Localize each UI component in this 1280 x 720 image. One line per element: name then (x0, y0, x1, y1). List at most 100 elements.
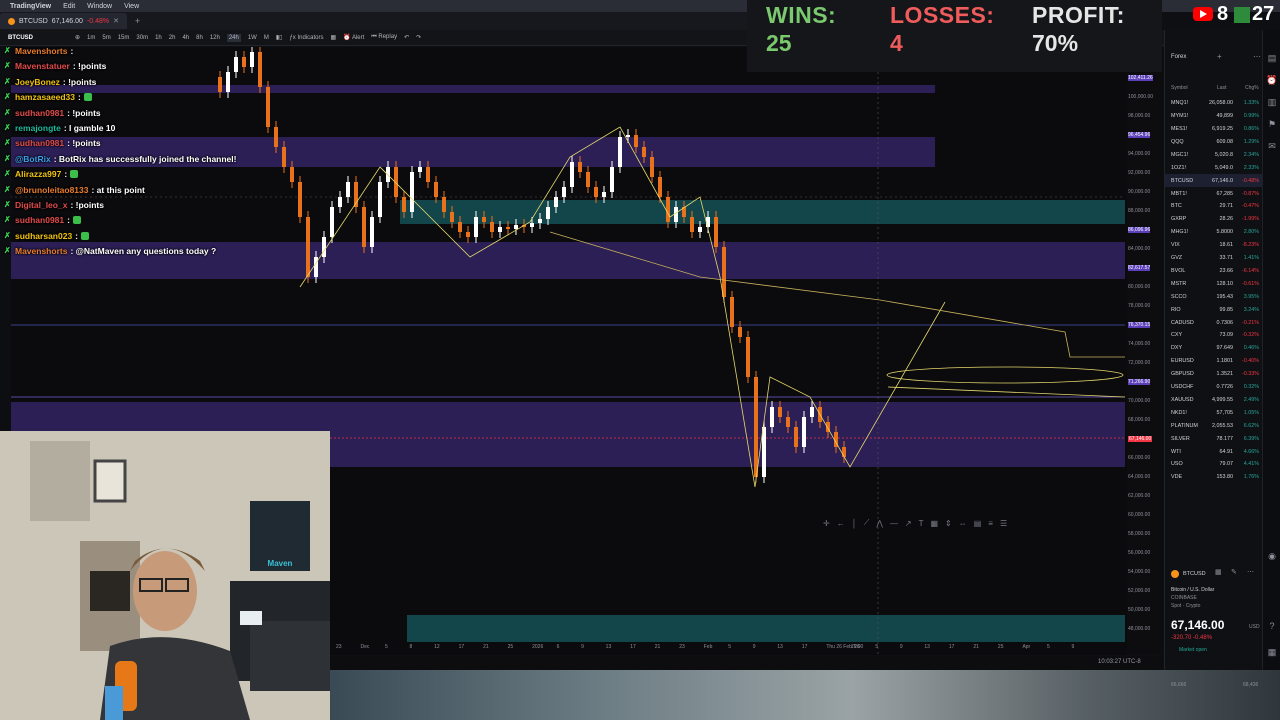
list-icon[interactable]: ☰ (1000, 519, 1007, 528)
watchlist-row[interactable]: CADUSD 0.7306 -0.21% (1165, 316, 1265, 329)
row-symbol: MYM1! (1171, 113, 1189, 120)
timeframe-1m[interactable]: 1m (87, 35, 95, 41)
calendar-icon[interactable]: ▥ (1266, 96, 1278, 108)
watchlist-row[interactable]: MBT1! 67,285 -0.87% (1165, 187, 1265, 200)
timeframe-month[interactable]: M (264, 35, 269, 41)
clock-label[interactable]: 10:03:27 UTC-8 (1098, 659, 1141, 665)
watchlist-row[interactable]: CXY 73.09 -0.32% (1165, 329, 1265, 342)
timeframe-12h[interactable]: 12h (210, 35, 220, 41)
watchlist-row[interactable]: QQQ 609.08 1.29% (1165, 136, 1265, 149)
layout-icon[interactable]: ▤ (974, 519, 982, 528)
redo-icon[interactable]: ↷ (416, 34, 421, 41)
watchlist-row[interactable]: 1OZ1! 5,049.0 2.33% (1165, 162, 1265, 175)
watchlist-row[interactable]: BTCUSD 67,146.0 -0.48% (1165, 174, 1265, 187)
chat-message: ✗ sudharsan023: (4, 229, 90, 243)
price-tick: 70,000.00 (1128, 398, 1151, 404)
edit-icon[interactable]: ✎ (1231, 568, 1237, 576)
watchlist-row[interactable]: MHG1! 5.8000 2.80% (1165, 226, 1265, 239)
chat-icon[interactable]: ✉ (1266, 140, 1278, 152)
chat-username: Alirazza997 (15, 169, 62, 180)
trend-line-icon[interactable]: ⟋ (864, 518, 870, 528)
timeframe-4h[interactable]: 4h (182, 35, 189, 41)
close-icon[interactable]: ✕ (113, 17, 119, 25)
timeframe-8h[interactable]: 8h (196, 35, 203, 41)
measure-icon[interactable]: ⇔ (959, 519, 967, 528)
layout-icon[interactable]: ▦ (330, 34, 336, 41)
watchlist-row[interactable]: MES1! 6,919.25 0.86% (1165, 123, 1265, 136)
watchlist-row[interactable]: DXY 97.649 0.46% (1165, 342, 1265, 355)
watchlist-row[interactable]: MGC1! 5,020.8 2.34% (1165, 149, 1265, 162)
col-symbol[interactable]: Symbol (1171, 85, 1188, 91)
ideas-icon[interactable]: ⚑ (1266, 118, 1278, 130)
notifications-icon[interactable]: ◉ (1266, 550, 1278, 562)
watchlist-row[interactable]: BTC 29.71 -0.47% (1165, 200, 1265, 213)
watchlist-row[interactable]: USDCHF 0.7726 0.32% (1165, 381, 1265, 394)
watchlist-row[interactable]: SCCO 195.43 3.95% (1165, 291, 1265, 304)
grid-view-icon[interactable]: ▦ (1215, 568, 1222, 576)
watchlist-row[interactable]: BVOL 23.66 -6.14% (1165, 265, 1265, 278)
col-chg[interactable]: Chg% (1245, 85, 1259, 91)
indicators-button[interactable]: ƒx Indicators (289, 35, 323, 41)
watchlist-row[interactable]: MNQ1! 26,058.00 1.33% (1165, 97, 1265, 110)
undo-icon[interactable]: ↶ (404, 34, 409, 41)
symbol-search[interactable]: BTCUSD (8, 35, 68, 41)
menu-edit[interactable]: Edit (63, 3, 75, 10)
watchlist-row[interactable]: EURUSD 1.1801 -0.40% (1165, 355, 1265, 368)
watchlist-row[interactable]: WTI 64.91 4.66% (1165, 445, 1265, 458)
watchlist-row[interactable]: GXRP 28.26 -1.99% (1165, 213, 1265, 226)
timeframe-5m[interactable]: 5m (102, 35, 110, 41)
replay-button[interactable]: ⏮ Replay (371, 34, 397, 41)
col-last[interactable]: Last (1217, 85, 1226, 91)
platform-icon: ✗ (4, 107, 11, 117)
timeframe-1w[interactable]: 1W (248, 35, 257, 41)
timeframe-1h[interactable]: 1h (155, 35, 162, 41)
price-axis[interactable]: 102,411.26 100,000.00 98,000.00 96,454.96 94… (1127, 47, 1164, 655)
crosshair-icon[interactable]: ✛ (823, 519, 830, 528)
time-axis[interactable]: 23 Dec 5 8 12 17 21 25 2026 6 9 13 17 21 23 Feb 5 9 13 17 Th… (330, 642, 1130, 654)
compare-icon[interactable]: ⊕ (75, 34, 80, 41)
pattern-icon[interactable]: ⋀ (876, 519, 883, 528)
alerts-icon[interactable]: ⏰ (1266, 74, 1278, 86)
price-tick: 82,617.57 (1128, 265, 1151, 271)
watchlist-row[interactable]: VIX 18.61 -8.23% (1165, 239, 1265, 252)
webcam-scene (0, 431, 330, 720)
arrow-left-icon[interactable]: ← (837, 519, 845, 528)
watchlist-icon[interactable]: ▤ (1266, 52, 1278, 64)
watchlist-row[interactable]: USO 79.07 4.41% (1165, 458, 1265, 471)
watchlist-row[interactable]: VDE 153.80 1.76% (1165, 471, 1265, 484)
apps-icon[interactable]: ▦ (1266, 646, 1278, 658)
watchlist-row[interactable]: MYM1! 49,899 0.99% (1165, 110, 1265, 123)
watchlist-row[interactable]: GBPUSD 1.3521 -0.33% (1165, 368, 1265, 381)
grid-icon[interactable]: ▦ (930, 519, 938, 528)
text-icon[interactable]: T (919, 519, 924, 528)
vertical-line-icon[interactable]: │ (852, 519, 857, 528)
horizontal-line-icon[interactable]: — (890, 519, 898, 528)
watchlist-row[interactable]: XAUUSD 4,999.55 2.49% (1165, 394, 1265, 407)
timeframe-30m[interactable]: 30m (136, 35, 148, 41)
app-menu[interactable]: TradingView (10, 3, 51, 10)
watchlist-title[interactable]: Forex (1171, 54, 1186, 60)
watchlist-row[interactable]: NKD1! 57,705 1.05% (1165, 407, 1265, 420)
new-tab-icon[interactable]: + (135, 16, 140, 26)
align-icon[interactable]: ≡ (988, 519, 993, 528)
menu-window[interactable]: Window (87, 3, 112, 10)
range-icon[interactable]: ⇕ (945, 519, 952, 528)
watchlist-row[interactable]: PLATINUM 2,055.53 6.62% (1165, 420, 1265, 433)
more-icon[interactable]: ⋯ (1253, 52, 1261, 61)
alert-button[interactable]: ⏰ Alert (343, 34, 364, 41)
platform-icon: ✗ (4, 246, 11, 256)
more-icon[interactable]: ⋯ (1247, 568, 1254, 576)
timeframe-2h[interactable]: 2h (169, 35, 176, 41)
watchlist-row[interactable]: MSTR 128.10 -0.61% (1165, 278, 1265, 291)
ray-icon[interactable]: ↗ (905, 519, 912, 528)
watchlist-row[interactable]: SILVER 78.177 6.39% (1165, 432, 1265, 445)
tab-btcusd[interactable]: BTCUSD 67,146.00 -0.48% ✕ (0, 13, 127, 29)
chart-type-icon[interactable]: ▮▯ (276, 34, 283, 41)
timeframe-15m[interactable]: 15m (118, 35, 130, 41)
help-icon[interactable]: ? (1266, 620, 1278, 632)
timeframe-24h[interactable]: 24h (226, 33, 241, 42)
add-symbol-icon[interactable]: + (1217, 52, 1222, 61)
watchlist-row[interactable]: GVZ 33.71 1.41% (1165, 252, 1265, 265)
watchlist-row[interactable]: RIO 99.85 3.24% (1165, 303, 1265, 316)
menu-view[interactable]: View (124, 3, 139, 10)
